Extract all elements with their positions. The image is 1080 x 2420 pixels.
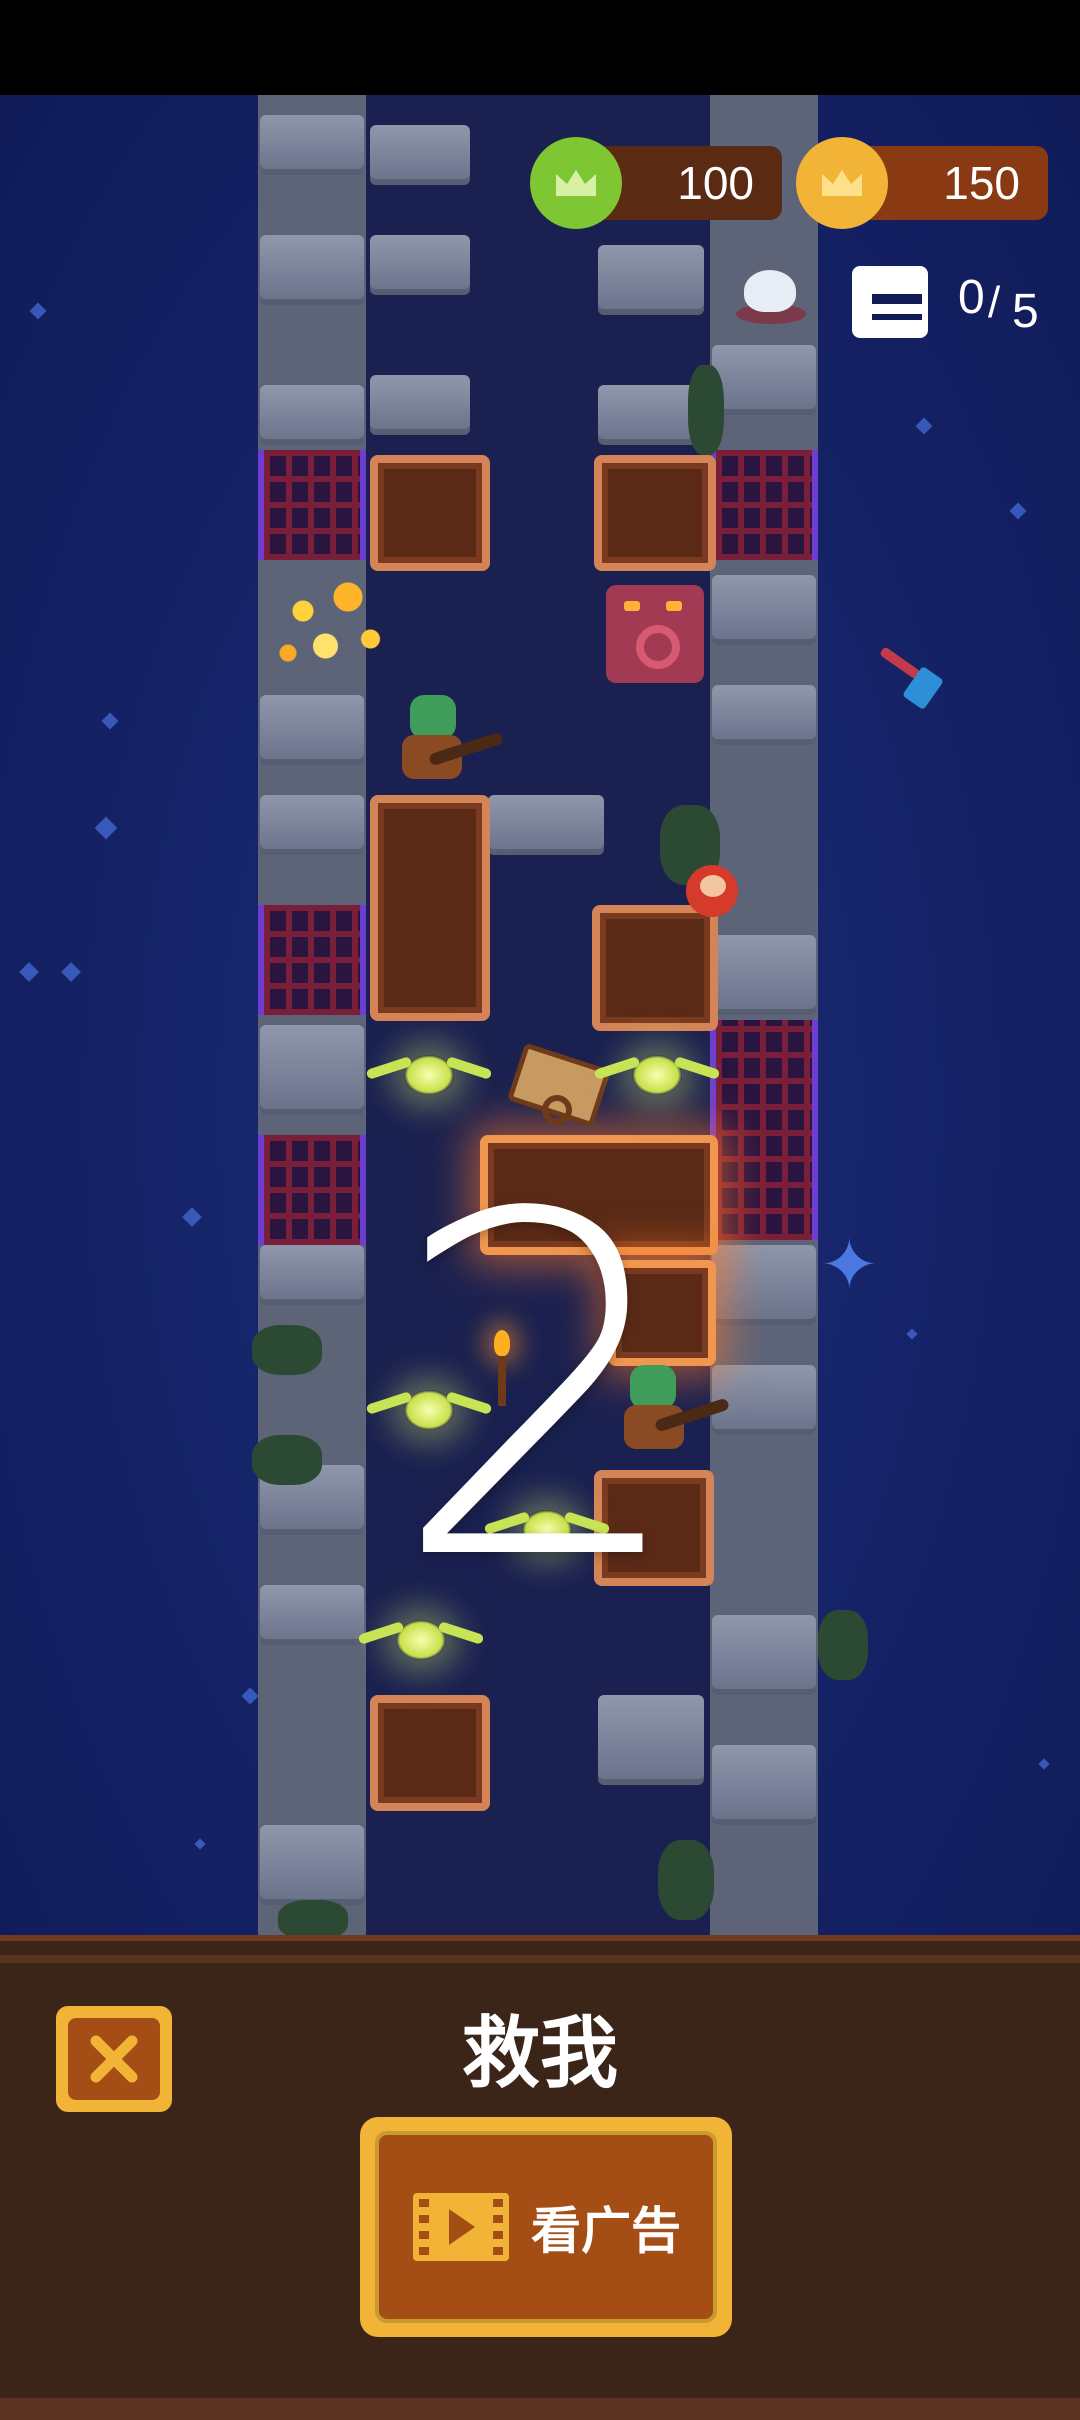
rescue-title: 救我 bbox=[461, 2009, 618, 2099]
counter-separator: / bbox=[988, 278, 1001, 327]
video-play-icon bbox=[413, 2193, 509, 2261]
stone-brick bbox=[712, 685, 816, 745]
stone-brick bbox=[260, 115, 364, 175]
wooden-crate[interactable] bbox=[592, 905, 718, 1031]
iron-grate bbox=[258, 905, 366, 1015]
watch-ad-button[interactable]: 看广告 bbox=[360, 2117, 732, 2337]
stone-brick bbox=[488, 795, 604, 855]
iron-grate bbox=[710, 450, 818, 560]
star bbox=[19, 962, 39, 982]
treasure-cart[interactable] bbox=[506, 1042, 612, 1128]
left-wall bbox=[258, 95, 366, 1935]
star bbox=[94, 816, 118, 840]
status-bar bbox=[0, 0, 1080, 95]
prisoner-character[interactable] bbox=[686, 865, 738, 917]
prisoner-counter: 0 / 5 bbox=[852, 262, 1072, 352]
stone-brick bbox=[260, 1025, 364, 1115]
vine bbox=[658, 1840, 714, 1920]
wooden-crate[interactable] bbox=[370, 1695, 490, 1811]
stone-brick bbox=[370, 125, 470, 185]
stone-face-trap[interactable] bbox=[606, 585, 704, 683]
firefly[interactable] bbox=[404, 1055, 454, 1095]
star bbox=[915, 417, 933, 435]
stone-brick bbox=[370, 235, 470, 295]
wooden-crate[interactable] bbox=[594, 455, 716, 571]
watch-ad-label: 看广告 bbox=[531, 2202, 681, 2260]
hammer-icon[interactable] bbox=[870, 640, 944, 711]
star bbox=[241, 1687, 259, 1705]
chicken-icon[interactable] bbox=[728, 260, 808, 330]
green-crown-icon bbox=[530, 137, 622, 229]
star bbox=[1038, 1758, 1050, 1770]
stone-brick bbox=[260, 795, 364, 855]
stone-brick bbox=[598, 1695, 704, 1785]
stone-brick bbox=[712, 575, 816, 645]
green-crown-count: 100 bbox=[677, 157, 754, 209]
stone-brick bbox=[598, 245, 704, 315]
watch-ad-button-face: 看广告 bbox=[375, 2131, 717, 2323]
stone-brick bbox=[712, 1615, 816, 1695]
vine bbox=[688, 365, 724, 455]
gold-crown-count: 150 bbox=[943, 157, 1020, 209]
respawn-countdown: 2 bbox=[390, 1116, 690, 1663]
orc-enemy[interactable] bbox=[388, 695, 504, 795]
spark-burst bbox=[258, 555, 408, 695]
star bbox=[29, 302, 47, 320]
iron-grate bbox=[258, 450, 366, 560]
wooden-crate[interactable] bbox=[370, 795, 490, 1021]
stone-brick bbox=[712, 935, 816, 1015]
stone-brick bbox=[260, 695, 364, 765]
game-scene[interactable]: ✦ 2 bbox=[0, 95, 1080, 1935]
prisoners-total: 5 bbox=[1012, 285, 1039, 338]
stone-brick bbox=[260, 385, 364, 445]
vine bbox=[278, 1900, 348, 1935]
prisoner-cage-icon bbox=[852, 266, 928, 338]
stone-brick bbox=[260, 235, 364, 305]
star bbox=[101, 712, 119, 730]
wooden-crate[interactable] bbox=[370, 455, 490, 571]
gold-crown-icon bbox=[796, 137, 888, 229]
star bbox=[194, 1838, 206, 1850]
stone-brick bbox=[712, 345, 816, 415]
firefly[interactable] bbox=[632, 1055, 682, 1095]
stone-brick bbox=[370, 375, 470, 435]
stone-brick bbox=[260, 1825, 364, 1905]
star bbox=[61, 962, 81, 982]
stone-brick bbox=[712, 1745, 816, 1825]
star bbox=[1009, 502, 1027, 520]
prisoners-rescued: 0 bbox=[958, 271, 985, 324]
